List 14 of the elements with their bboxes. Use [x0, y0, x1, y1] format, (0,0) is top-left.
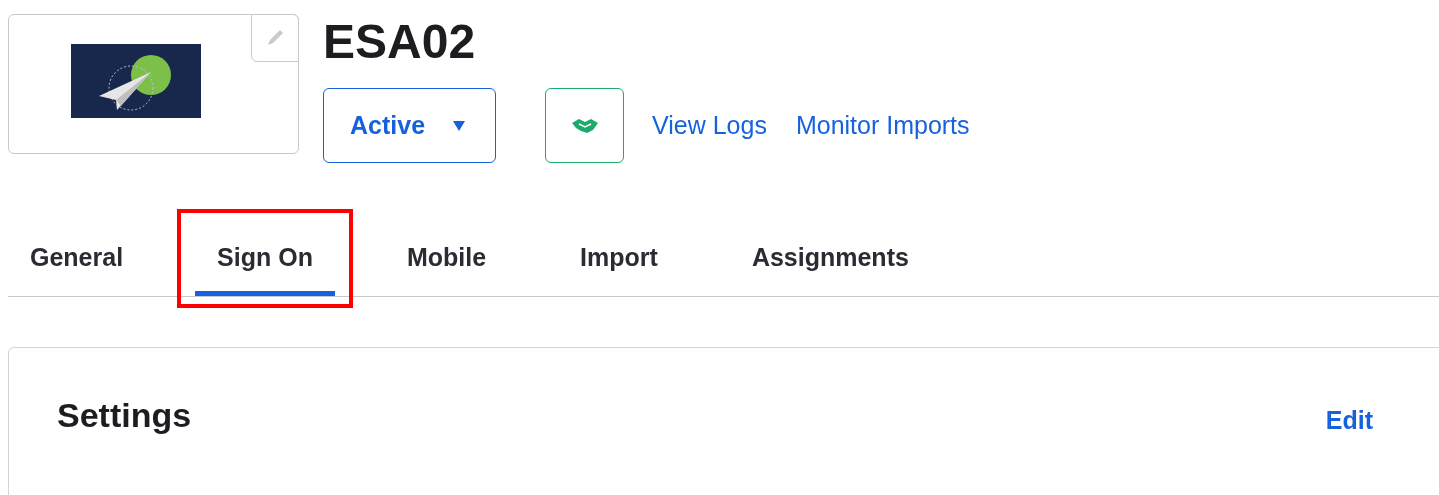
- tab[interactable]: General: [8, 225, 146, 296]
- header-link[interactable]: Monitor Imports: [795, 106, 970, 145]
- caret-icon: [453, 120, 466, 131]
- app-title: ESA02: [323, 18, 477, 66]
- tab[interactable]: Mobile: [384, 225, 509, 296]
- settings-title: Settings: [57, 395, 192, 436]
- edit-icon[interactable]: [251, 14, 299, 62]
- tab[interactable]: Sign On: [195, 225, 335, 296]
- header-link[interactable]: View Logs: [652, 106, 767, 145]
- status-dropdown[interactable]: Active: [323, 88, 496, 163]
- handshake-button[interactable]: [545, 88, 624, 163]
- tab[interactable]: Import: [558, 225, 680, 296]
- edit-link[interactable]: Edit: [1325, 402, 1373, 440]
- tab[interactable]: Assignments: [729, 225, 931, 296]
